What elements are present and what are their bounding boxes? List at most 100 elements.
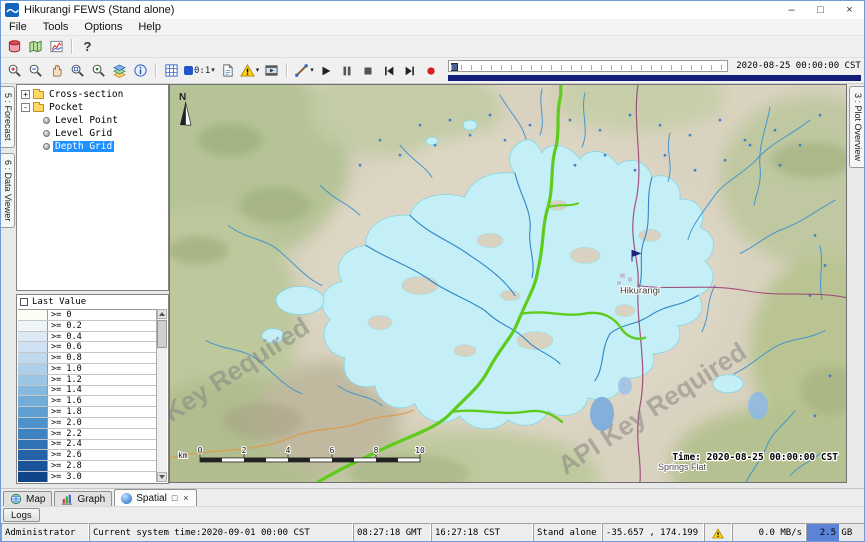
tree-item-depth-grid[interactable]: Depth Grid bbox=[17, 140, 168, 153]
main-toolbar: ? bbox=[1, 36, 864, 58]
toolbar-separator bbox=[286, 63, 288, 78]
grid-display-button[interactable] bbox=[161, 61, 182, 81]
record-movie-button[interactable] bbox=[421, 61, 442, 81]
zoom-extent-button[interactable] bbox=[88, 61, 109, 81]
tab-graph[interactable]: Graph bbox=[54, 491, 112, 506]
scroll-up-button[interactable] bbox=[157, 309, 167, 319]
tree-item-pocket[interactable]: - Pocket bbox=[17, 101, 168, 114]
tree-item-label-selected: Depth Grid bbox=[53, 141, 114, 152]
status-memory: 2.5 GB bbox=[806, 523, 865, 542]
tab-plot-overview[interactable]: 3 : Plot Overview bbox=[849, 86, 864, 168]
grid-icon bbox=[164, 63, 179, 78]
legend-row: >= 2.6 bbox=[18, 450, 156, 461]
map-viewport[interactable]: API Key Required API Key Required Hikura… bbox=[169, 84, 847, 483]
legend-scrollbar[interactable] bbox=[156, 309, 167, 482]
svg-text:10: 10 bbox=[415, 446, 425, 455]
document-icon bbox=[220, 63, 235, 78]
legend-row: >= 2.2 bbox=[18, 429, 156, 440]
map-time-label: Time: 2020-08-25 00:00:00 CST bbox=[672, 452, 838, 463]
legend-row: >= 0.4 bbox=[18, 332, 156, 343]
legend-swatch bbox=[18, 364, 48, 374]
toolbar-separator bbox=[71, 39, 73, 54]
minimize-button[interactable]: – bbox=[777, 1, 806, 19]
legend-row: >= 1.8 bbox=[18, 407, 156, 418]
label-hikurangi: Hikurangi bbox=[620, 286, 660, 297]
tab-close-button[interactable]: × bbox=[182, 494, 189, 503]
pan-button[interactable] bbox=[46, 61, 67, 81]
legend-row: >= 3.0 bbox=[18, 472, 156, 482]
timeline-slider[interactable] bbox=[448, 60, 728, 72]
map-display-button[interactable] bbox=[25, 37, 46, 57]
legend-list: >= 0 >= 0.2 >= 0.4 >= 0.6 >= 0.8 >= 1.0 … bbox=[18, 309, 156, 482]
zoom-out-button[interactable] bbox=[25, 61, 46, 81]
grid-layer-dropdown[interactable]: 0:1 ▾ bbox=[182, 61, 217, 81]
tree-item-level-grid[interactable]: Level Grid bbox=[17, 127, 168, 140]
tree-item-level-point[interactable]: Level Point bbox=[17, 114, 168, 127]
legend-row: >= 1.2 bbox=[18, 375, 156, 386]
tree-item-cross-section[interactable]: + Cross-section bbox=[17, 88, 168, 101]
legend-swatch bbox=[18, 418, 48, 428]
collapse-icon[interactable]: - bbox=[21, 103, 30, 112]
measure-tool-icon bbox=[294, 63, 309, 78]
tab-label: Graph bbox=[77, 494, 105, 505]
zoom-box-button[interactable] bbox=[67, 61, 88, 81]
spatial-icon bbox=[121, 493, 132, 504]
map-canvas[interactable]: API Key Required API Key Required Hikura… bbox=[170, 85, 846, 482]
close-button[interactable]: × bbox=[835, 1, 864, 19]
tree-item-label: Cross-section bbox=[47, 89, 125, 100]
info-button[interactable] bbox=[130, 61, 151, 81]
timeline-handle[interactable] bbox=[451, 63, 458, 71]
menu-options[interactable]: Options bbox=[76, 21, 130, 33]
layer-chip-icon bbox=[184, 66, 193, 75]
database-button[interactable] bbox=[4, 37, 25, 57]
step-forward-button[interactable] bbox=[400, 61, 421, 81]
pause-button[interactable] bbox=[337, 61, 358, 81]
expand-icon[interactable]: + bbox=[21, 90, 30, 99]
stop-button[interactable] bbox=[358, 61, 379, 81]
scale-unit: km bbox=[178, 451, 188, 460]
animation-button[interactable] bbox=[261, 61, 282, 81]
app-icon bbox=[5, 3, 19, 17]
tab-data-viewer[interactable]: 6 : Data Viewer bbox=[1, 153, 15, 228]
warning-icon bbox=[240, 64, 255, 77]
logs-button[interactable]: Logs bbox=[3, 508, 40, 522]
menu-tools[interactable]: Tools bbox=[35, 21, 77, 33]
legend-swatch bbox=[18, 429, 48, 439]
maximize-button[interactable]: □ bbox=[806, 1, 835, 19]
label-springs-flat: Springs Flat bbox=[658, 462, 706, 472]
tab-spatial[interactable]: Spatial □ × bbox=[114, 489, 196, 506]
stop-icon bbox=[361, 64, 375, 78]
legend-swatch bbox=[18, 472, 48, 482]
tab-map[interactable]: Map bbox=[3, 491, 52, 506]
svg-text:2: 2 bbox=[242, 446, 247, 455]
layer-node-icon bbox=[43, 143, 50, 150]
legend-swatch bbox=[18, 375, 48, 385]
timeseries-display-button[interactable] bbox=[46, 37, 67, 57]
zoom-extent-icon bbox=[91, 63, 106, 78]
step-back-button[interactable] bbox=[379, 61, 400, 81]
layers-button[interactable] bbox=[109, 61, 130, 81]
scroll-down-button[interactable] bbox=[157, 472, 167, 482]
zoom-in-button[interactable] bbox=[4, 61, 25, 81]
scrollbar-thumb[interactable] bbox=[157, 320, 167, 348]
north-label: N bbox=[179, 92, 186, 103]
measure-tool-dropdown[interactable]: ▾ bbox=[292, 61, 316, 81]
profile-document-button[interactable] bbox=[217, 61, 238, 81]
legend-row: >= 2.4 bbox=[18, 440, 156, 451]
tab-float-button[interactable]: □ bbox=[171, 494, 178, 503]
help-button[interactable]: ? bbox=[77, 37, 98, 57]
legend-swatch bbox=[18, 440, 48, 450]
globe-icon bbox=[10, 493, 22, 505]
timeline-range-bar[interactable] bbox=[448, 75, 861, 81]
legend-swatch bbox=[18, 386, 48, 396]
warning-thresholds-dropdown[interactable]: ▾ bbox=[238, 61, 262, 81]
tab-forecast[interactable]: 5 : Forecast bbox=[1, 86, 15, 148]
last-value-checkbox[interactable] bbox=[20, 298, 28, 306]
tree-item-label: Pocket bbox=[47, 102, 85, 113]
menu-file[interactable]: File bbox=[1, 21, 35, 33]
arrow-down-icon bbox=[159, 475, 165, 479]
left-tab-strip: 5 : Forecast 6 : Data Viewer bbox=[1, 84, 16, 488]
toolbar-separator bbox=[155, 63, 157, 78]
menu-help[interactable]: Help bbox=[130, 21, 169, 33]
play-button[interactable] bbox=[316, 61, 337, 81]
